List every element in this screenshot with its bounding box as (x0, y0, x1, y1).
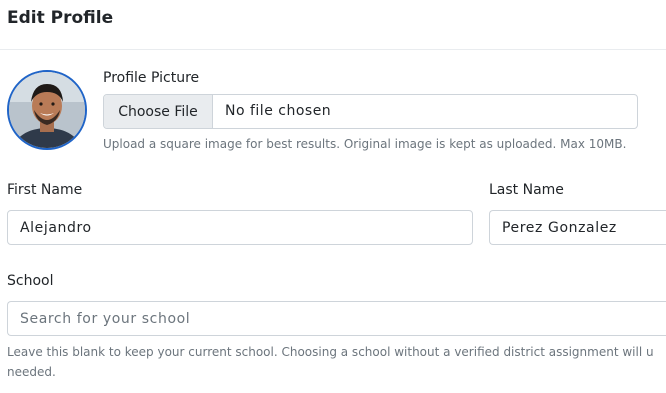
last-name-label: Last Name (489, 182, 564, 198)
school-help-line-1: Leave this blank to keep your current sc… (7, 345, 654, 359)
school-help-line-2: needed. (7, 365, 56, 379)
choose-file-button[interactable]: Choose File (104, 95, 213, 128)
first-name-label: First Name (7, 182, 83, 198)
avatar-image (9, 72, 85, 148)
file-status-text: No file chosen (225, 103, 332, 119)
profile-picture-help: Upload a square image for best results. … (103, 137, 627, 151)
page-title: Edit Profile (7, 8, 114, 28)
school-label: School (7, 273, 54, 289)
last-name-input[interactable] (489, 210, 666, 245)
profile-avatar (7, 70, 87, 150)
profile-picture-file-input[interactable]: Choose File No file chosen (103, 94, 638, 129)
page-header: Edit Profile (0, 0, 666, 50)
first-name-input[interactable] (7, 210, 473, 245)
school-search-input[interactable] (7, 301, 666, 336)
profile-picture-label: Profile Picture (103, 70, 200, 86)
